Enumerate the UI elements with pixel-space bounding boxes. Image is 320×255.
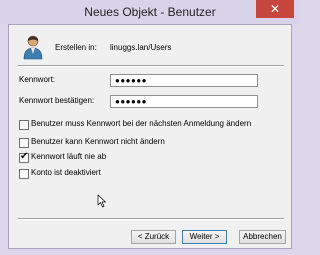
container-path: linuggs.lan/Users xyxy=(110,43,172,52)
password-input[interactable]: ●●●●●● xyxy=(110,74,258,87)
checkbox[interactable] xyxy=(19,138,29,148)
window-title: Neues Objekt - Benutzer xyxy=(84,5,216,19)
confirm-password-input[interactable]: ●●●●●● xyxy=(110,95,258,108)
dialog-body: Erstellen in: linuggs.lan/Users Kennwort… xyxy=(8,24,292,249)
created-in-label: Erstellen in: xyxy=(55,43,97,52)
option-label: Konto ist deaktiviert xyxy=(31,168,101,177)
option-label: Benutzer kann Kennwort nicht ändern xyxy=(31,137,165,146)
checkbox-checked[interactable]: ✔ xyxy=(19,151,29,163)
password-value: ●●●●●● xyxy=(115,76,147,85)
confirm-password-value: ●●●●●● xyxy=(115,97,147,106)
title-bar[interactable]: Neues Objekt - Benutzer ✕ xyxy=(0,0,300,24)
close-icon: ✕ xyxy=(269,2,281,16)
separator xyxy=(18,65,284,67)
checkbox[interactable] xyxy=(19,120,29,130)
option-label: Benutzer muss Kennwort bei der nächsten … xyxy=(31,119,252,128)
check-icon: ✔ xyxy=(20,151,29,162)
option-label: Kennwort läuft nie ab xyxy=(31,152,107,161)
separator xyxy=(18,218,284,220)
user-icon xyxy=(23,35,43,60)
mouse-pointer-icon xyxy=(97,194,106,208)
back-button[interactable]: < Zurück xyxy=(131,230,176,244)
confirm-password-label: Kennwort bestätigen: xyxy=(19,96,95,105)
password-label: Kennwort: xyxy=(19,75,56,84)
next-button[interactable]: Weiter > xyxy=(182,230,227,244)
close-button[interactable]: ✕ xyxy=(256,0,294,18)
checkbox[interactable] xyxy=(19,169,29,179)
cancel-button[interactable]: Abbrechen xyxy=(239,230,286,244)
